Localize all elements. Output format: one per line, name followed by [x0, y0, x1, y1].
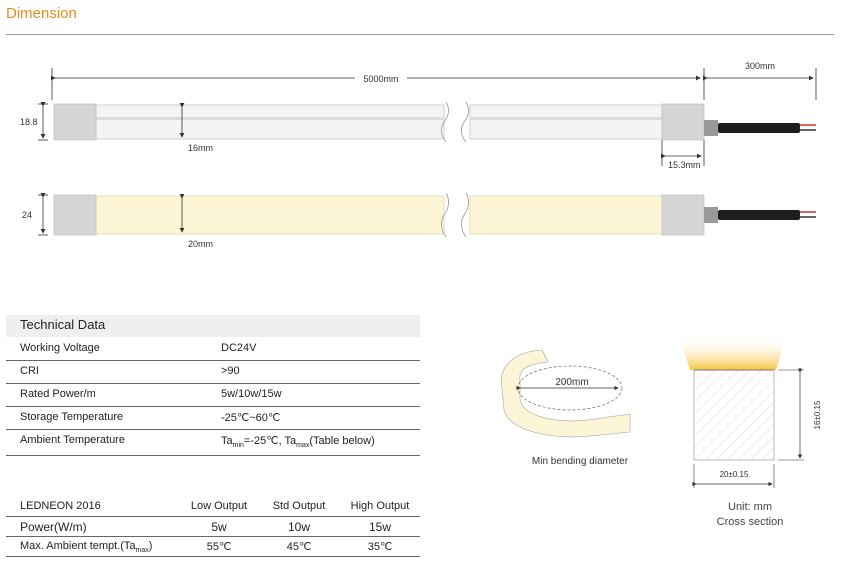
- cross-section-caption: Unit: mm Cross section: [680, 500, 820, 530]
- cell-value: 15w: [368, 520, 391, 534]
- strip-bottom: [53, 192, 816, 238]
- section-title: Dimension: [6, 5, 77, 22]
- strip1-inner-label: 16mm: [188, 143, 213, 153]
- strip-top: [53, 101, 816, 143]
- row-label: Power(W/m): [20, 520, 87, 534]
- bending-diameter-label: 200mm: [555, 377, 588, 388]
- bending-diagram: 200mm: [500, 349, 631, 438]
- row-label: CRI: [20, 365, 39, 377]
- cap-length-label: 15.3mm: [668, 160, 701, 170]
- cross-height-label: 16±0.15: [813, 400, 822, 429]
- row-value: >90: [221, 365, 240, 377]
- row-value: -25℃~60℃: [221, 412, 281, 424]
- header-cell: High Output: [350, 500, 410, 512]
- strip1-height-label: 18.8: [20, 117, 38, 127]
- row-value: Tamin=-25℃, Tamax(Table below): [221, 435, 375, 450]
- cell-value: 45℃: [286, 541, 312, 553]
- unit-label: Unit: mm: [728, 501, 772, 513]
- strip2-inner-label: 20mm: [188, 239, 213, 249]
- row-label: Ambient Temperature: [20, 434, 125, 446]
- cell-value: 35℃: [367, 541, 393, 553]
- header-cell: Low Output: [190, 500, 248, 512]
- cell-value: 5w: [211, 520, 227, 534]
- technical-data-title: Technical Data: [20, 317, 106, 332]
- table-row: Storage Temperature -25℃~60℃: [6, 406, 420, 430]
- table-row: Rated Power/m 5w/10w/15w: [6, 383, 420, 407]
- row-label: Working Voltage: [20, 342, 100, 354]
- header-cell: LEDNEON 2016: [20, 500, 101, 512]
- bending-caption: Min bending diameter: [531, 456, 629, 467]
- row-label: Storage Temperature: [20, 411, 124, 423]
- cell-value: 10w: [287, 520, 310, 534]
- ambient-row: Max. Ambient tempt.(Tamax) 55℃ 45℃ 35℃: [6, 537, 420, 557]
- strip-dimension-drawing: 5000mm 300mm 18.8 16mm 15.3mm 24 20mm: [20, 61, 817, 249]
- row-label: Rated Power/m: [20, 388, 96, 400]
- cable-label: 300mm: [745, 61, 775, 71]
- cell-value: 55℃: [206, 541, 232, 553]
- technical-data-header: Technical Data: [6, 315, 420, 337]
- power-row: Power(W/m) 5w 10w 15w: [6, 517, 420, 537]
- cross-width-label: 20±0.15: [720, 470, 749, 479]
- table-row: Ambient Temperature Tamin=-25℃, Tamax(Ta…: [6, 429, 420, 452]
- row-value: DC24V: [221, 342, 257, 354]
- header-cell: Std Output: [272, 500, 326, 512]
- length-label: 5000mm: [363, 74, 398, 84]
- table-row: CRI >90: [6, 360, 420, 384]
- row-value: 5w/10w/15w: [221, 388, 282, 400]
- table-divider: [6, 455, 420, 456]
- title-divider: [6, 34, 834, 35]
- table-row: Working Voltage DC24V: [6, 337, 420, 361]
- cross-section-diagram: 16±0.15 20±0.15: [680, 338, 822, 488]
- cross-section-title: Cross section: [716, 516, 784, 528]
- output-header-row: LEDNEON 2016 Low Output Std Output High …: [6, 497, 420, 517]
- strip2-height-label: 24: [22, 210, 32, 220]
- row-label: Max. Ambient tempt.(Tamax): [20, 540, 153, 555]
